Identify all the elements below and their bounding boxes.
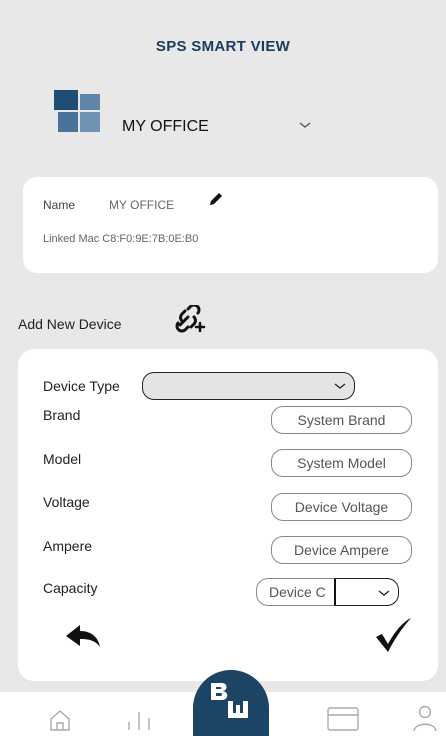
model-label: Model: [43, 451, 82, 467]
user-icon[interactable]: [412, 704, 438, 732]
back-arrow-icon[interactable]: [64, 623, 102, 651]
device-type-label: Device Type: [43, 378, 120, 394]
linked-mac: Linked Mac C8:F0:9E:7B:0E:B0: [43, 233, 199, 245]
chevron-down-icon: [378, 590, 390, 596]
site-icon[interactable]: [54, 90, 106, 134]
add-new-device-label: Add New Device: [18, 316, 122, 332]
capacity-label: Capacity: [43, 580, 98, 596]
brand-logo-icon: [211, 683, 248, 718]
voltage-input[interactable]: [271, 493, 412, 521]
model-input[interactable]: [271, 449, 412, 477]
name-label: Name: [43, 198, 76, 212]
capacity-unit-select[interactable]: [334, 578, 399, 606]
ampere-input[interactable]: [271, 536, 412, 564]
site-name[interactable]: MY OFFICE: [122, 118, 209, 136]
chevron-down-icon: [334, 383, 346, 389]
device-form-card: Device Type Brand Model Voltage Ampere C…: [18, 349, 438, 681]
home-logo-button[interactable]: [193, 670, 269, 736]
ampere-label: Ampere: [43, 538, 93, 554]
app-title: SPS SMART VIEW: [155, 38, 291, 55]
name-value: MY OFFICE: [109, 198, 175, 212]
brand-input[interactable]: [271, 406, 412, 434]
voltage-label: Voltage: [43, 494, 90, 510]
home-icon[interactable]: [48, 708, 72, 732]
device-type-select[interactable]: [142, 372, 355, 400]
brand-label: Brand: [43, 407, 81, 423]
card-icon[interactable]: [326, 706, 360, 732]
capacity-input[interactable]: [256, 578, 336, 606]
pencil-icon[interactable]: [207, 191, 225, 209]
site-info-card: Name MY OFFICE Linked Mac C8:F0:9E:7B:0E…: [23, 177, 438, 273]
chart-icon[interactable]: [125, 706, 155, 732]
checkmark-icon[interactable]: [373, 615, 413, 655]
chevron-down-icon[interactable]: [298, 120, 312, 130]
add-link-icon[interactable]: [174, 305, 208, 333]
